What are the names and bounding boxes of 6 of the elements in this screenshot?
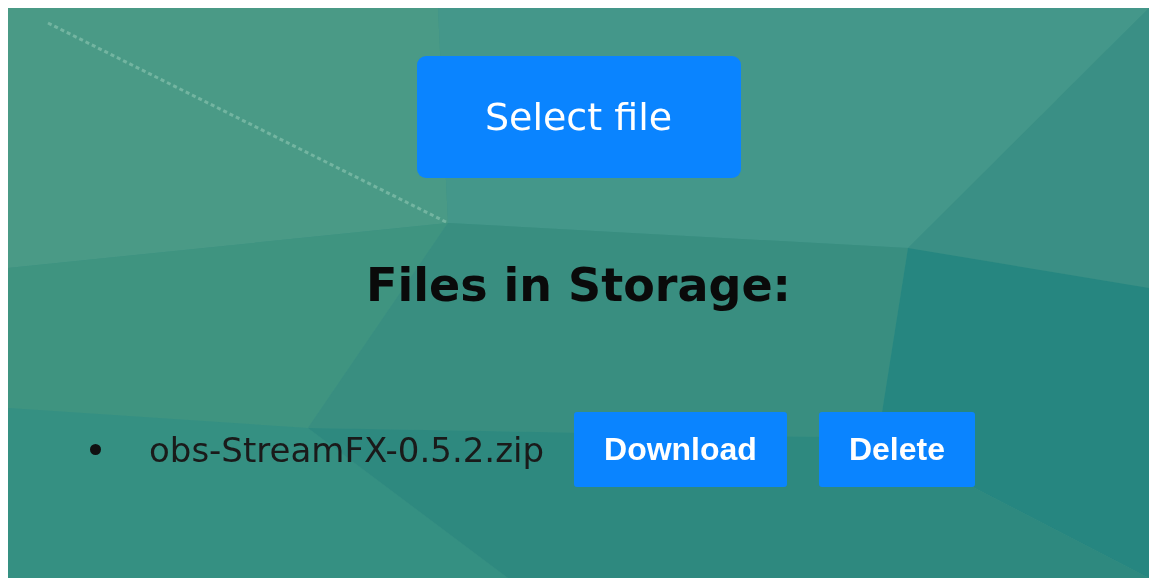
file-name: obs-StreamFX-0.5.2.zip	[149, 429, 544, 470]
delete-button[interactable]: Delete	[818, 412, 975, 487]
bullet-icon	[90, 444, 101, 455]
section-heading: Files in Storage:	[365, 258, 792, 312]
download-button[interactable]: Download	[574, 412, 787, 487]
select-file-button[interactable]: Select file	[416, 56, 741, 178]
